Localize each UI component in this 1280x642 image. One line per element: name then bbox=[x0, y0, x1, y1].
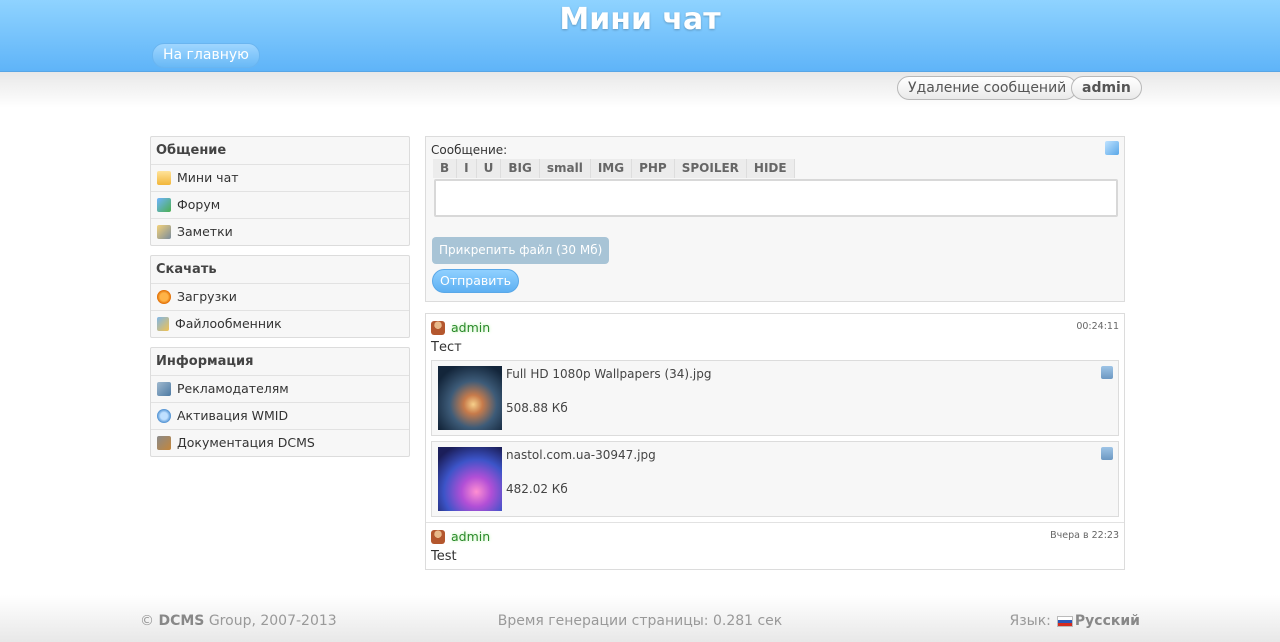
message-author: admin bbox=[431, 320, 490, 335]
file-exchange-icon bbox=[157, 317, 169, 331]
attach-file-button[interactable]: Прикрепить файл (30 Мб) bbox=[432, 237, 610, 264]
file-name[interactable]: Full HD 1080p Wallpapers (34).jpg bbox=[506, 367, 712, 381]
bbcode-spoiler-button[interactable]: SPOILER bbox=[674, 159, 747, 178]
advertisers-icon bbox=[157, 382, 171, 396]
download-icon bbox=[157, 290, 171, 304]
sidebar-item-downloads[interactable]: Загрузки bbox=[151, 283, 409, 310]
menu-section-title: Скачать bbox=[156, 262, 217, 277]
bbcode-underline-button[interactable]: U bbox=[476, 159, 502, 178]
file-name[interactable]: nastol.com.ua-30947.jpg bbox=[506, 448, 656, 462]
sidebar-item-notes[interactable]: Заметки bbox=[151, 218, 409, 245]
language-switcher: Язык: Русский bbox=[1009, 613, 1140, 629]
bbcode-php-button[interactable]: PHP bbox=[632, 159, 675, 178]
sidebar-item-label: Активация WMID bbox=[177, 408, 289, 423]
bbcode-italic-button[interactable]: I bbox=[457, 159, 477, 178]
message-textarea[interactable] bbox=[434, 179, 1118, 217]
message-form: Сообщение: B I U BIG small IMG PHP SPOIL… bbox=[425, 136, 1125, 302]
delete-messages-button[interactable]: Удаление сообщений bbox=[897, 76, 1078, 100]
hammer-icon bbox=[157, 436, 171, 450]
bbcode-toolbar: B I U BIG small IMG PHP SPOILER HIDE bbox=[433, 159, 795, 178]
sidebar-item-file-exchange[interactable]: Файлообменник bbox=[151, 310, 409, 337]
user-icon bbox=[431, 320, 445, 335]
home-button[interactable]: На главную bbox=[152, 43, 260, 68]
trash-icon[interactable] bbox=[1101, 366, 1113, 379]
menu-section-download: Скачать Загрузки Файлообменник bbox=[150, 255, 410, 338]
bbcode-hide-button[interactable]: HIDE bbox=[746, 159, 795, 178]
menu-section-title: Общение bbox=[156, 143, 227, 158]
sidebar-item-label: Форум bbox=[177, 197, 221, 212]
file-thumbnail[interactable] bbox=[438, 366, 502, 430]
menu-section-communication: Общение Мини чат Форум Заметки bbox=[150, 136, 410, 246]
attached-file[interactable]: nastol.com.ua-30947.jpg 482.02 Кб bbox=[431, 441, 1119, 517]
user-button[interactable]: admin bbox=[1071, 76, 1142, 100]
message-divider bbox=[426, 522, 1124, 523]
bbcode-bold-button[interactable]: B bbox=[433, 159, 458, 178]
refresh-icon[interactable] bbox=[1105, 141, 1119, 155]
sidebar-item-label: Заметки bbox=[177, 224, 233, 239]
sidebar-item-advertisers[interactable]: Рекламодателям bbox=[151, 375, 409, 402]
bbcode-big-button[interactable]: BIG bbox=[501, 159, 540, 178]
message-time: 00:24:11 bbox=[1076, 321, 1119, 332]
sidebar-item-label: Рекламодателям bbox=[177, 381, 289, 396]
bbcode-small-button[interactable]: small bbox=[539, 159, 591, 178]
trash-icon[interactable] bbox=[1101, 447, 1113, 460]
sidebar-item-dcms-docs[interactable]: Документация DCMS bbox=[151, 429, 409, 456]
user-icon bbox=[431, 529, 445, 544]
sidebar-item-label: Загрузки bbox=[177, 289, 237, 304]
message-author: admin bbox=[431, 529, 490, 544]
forum-icon bbox=[157, 198, 171, 212]
bbcode-img-button[interactable]: IMG bbox=[590, 159, 633, 178]
attached-file[interactable]: Full HD 1080p Wallpapers (34).jpg 508.88… bbox=[431, 360, 1119, 436]
sidebar-item-wmid[interactable]: Активация WMID bbox=[151, 402, 409, 429]
sidebar-item-label: Файлообменник bbox=[175, 316, 282, 331]
file-size: 508.88 Кб bbox=[506, 401, 568, 415]
language-link[interactable]: Русский bbox=[1075, 613, 1140, 629]
page-title: Мини чат bbox=[559, 2, 721, 37]
message-label: Сообщение: bbox=[431, 143, 508, 157]
username-link[interactable]: admin bbox=[451, 320, 490, 335]
sidebar-item-forum[interactable]: Форум bbox=[151, 191, 409, 218]
menu-section-title: Информация bbox=[156, 354, 254, 369]
sidebar-item-label: Мини чат bbox=[177, 170, 239, 185]
username-link[interactable]: admin bbox=[451, 529, 490, 544]
russian-flag-icon bbox=[1056, 615, 1073, 627]
menu-section-information: Информация Рекламодателям Активация WMID… bbox=[150, 347, 410, 457]
message-text: Test bbox=[431, 549, 457, 564]
language-label: Язык: bbox=[1009, 613, 1051, 629]
pencil-icon bbox=[157, 225, 171, 239]
message-text: Тест bbox=[431, 340, 462, 355]
sidebar-item-label: Документация DCMS bbox=[177, 435, 315, 450]
send-button[interactable]: Отправить bbox=[432, 269, 520, 293]
header: Мини чат На главную bbox=[0, 0, 1280, 72]
file-size: 482.02 Кб bbox=[506, 482, 568, 496]
dollar-coin-icon bbox=[157, 409, 171, 423]
message-time: Вчера в 22:23 bbox=[1050, 530, 1119, 541]
file-thumbnail[interactable] bbox=[438, 447, 502, 511]
sidebar-item-mini-chat[interactable]: Мини чат bbox=[151, 164, 409, 191]
message-list: admin 00:24:11 Тест Full HD 1080p Wallpa… bbox=[425, 313, 1125, 570]
chat-window-icon bbox=[157, 171, 171, 185]
